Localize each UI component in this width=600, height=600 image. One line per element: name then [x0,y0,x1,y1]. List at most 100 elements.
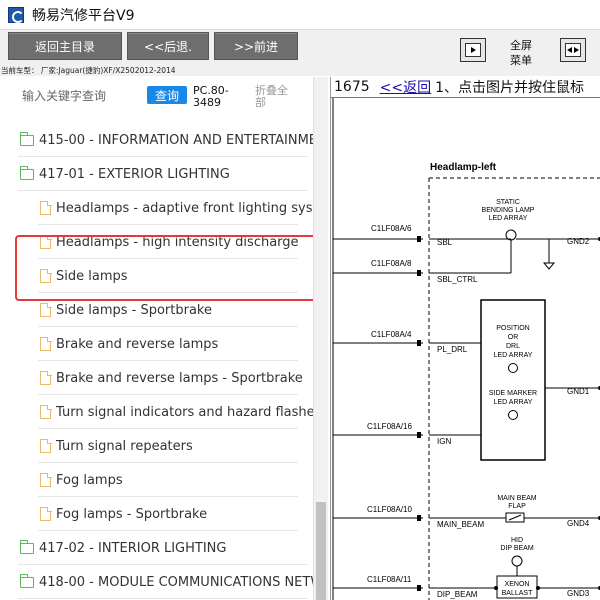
document-icon [40,336,52,351]
back-button[interactable]: <<后退. [127,32,209,60]
tree-document[interactable]: Fog lamps - Sportbrake [0,497,313,531]
svg-text:FLAP: FLAP [508,503,526,510]
fullscreen-menu-label[interactable]: 全屏菜单 [506,38,536,68]
document-icon [40,370,52,385]
tree-item-label: Turn signal indicators and hazard flashe… [56,404,313,420]
svg-text:LED ARRAY: LED ARRAY [494,399,533,406]
connector-label: C1LF08A/11 [367,575,412,584]
static-bending-lamp: STATIC BENDING LAMP LED ARRAY [482,199,600,270]
ground-label: GND2 [567,237,590,246]
left-panel: 输入关键字查询 查询 PC.80-3489 折叠全部 415-00 - INFO… [0,77,328,600]
tree-item-label: 415-00 - INFORMATION AND ENTERTAINMENT [39,132,313,148]
tree-item-label: Side lamps - Sportbrake [56,302,212,318]
pin-label: PL_DRL [437,345,468,354]
tree-document[interactable]: Turn signal repeaters [0,429,313,463]
document-icon [40,302,52,317]
tree-document[interactable]: Turn signal indicators and hazard flashe… [0,395,313,429]
tree-item-label: Brake and reverse lamps - Sportbrake [56,370,303,386]
document-icon [40,506,52,521]
svg-text:OR: OR [508,334,519,341]
search-button[interactable]: 查询 [147,86,187,104]
arrow-right-icon [465,43,481,57]
tree-item-label: 417-01 - EXTERIOR LIGHTING [39,166,230,182]
svg-text:STATIC: STATIC [496,199,520,206]
svg-text:SIDE MARKER: SIDE MARKER [489,390,537,397]
app-logo-icon [8,6,24,23]
pin-label: MAIN_BEAM [437,520,484,529]
document-icon [40,438,52,453]
svg-text:LED ARRAY: LED ARRAY [489,215,528,222]
fullscreen-toggle-button[interactable] [560,38,586,62]
wire-pl-drl: C1LF08A/4 PL_DRL [333,330,481,354]
tree-item-label: Headlamps - adaptive front lighting syst… [56,200,313,216]
wire-main-beam: C1LF08A/10 MAIN_BEAM [333,505,600,529]
scrollbar-thumb[interactable] [316,502,326,600]
document-header: 1675 <<返回 1、点击图片并按住鼠标 [334,77,584,97]
svg-text:DIP BEAM: DIP BEAM [500,545,533,552]
wire-dip-beam: C1LF08A/11 DIP_BEAM [333,575,600,599]
back-link[interactable]: <<返回 [380,77,431,97]
document-icon [40,200,52,215]
svg-text:BALLAST: BALLAST [502,590,533,597]
forward-button[interactable]: >>前进 [214,32,298,60]
current-vehicle-info: 当前车型： 厂家:Jaguar(捷豹)XF/X2502012-2014 [0,66,600,76]
tree-folder[interactable]: 417-02 - INTERIOR LIGHTING [0,531,313,565]
tree-item-label: Fog lamps - Sportbrake [56,506,208,522]
folder-icon [19,573,34,588]
wire-ign: C1LF08A/16 IGN [333,422,481,446]
search-input[interactable]: 输入关键字查询 [22,87,106,104]
ground-label: GND4 [567,519,590,528]
connector-label: C1LF08A/16 [367,422,412,431]
tree-item-label: 418-00 - MODULE COMMUNICATIONS NETWORK [39,574,313,590]
folder-icon [19,539,34,554]
search-bar: 输入关键字查询 查询 PC.80-3489 折叠全部 [0,77,328,115]
pin-label: SBL_CTRL [437,275,478,284]
ground-label: GND1 [567,387,590,396]
connector-label: C1LF08A/8 [371,259,412,268]
position-drl-block: POSITION OR DRL LED ARRAY SIDE MARKER LE… [480,299,600,461]
back-to-main-button[interactable]: 返回主目录 [8,32,122,60]
window-title: 畅易汽修平台V9 [32,7,135,24]
expand-panel-button[interactable] [460,38,486,62]
tree-item-label: Brake and reverse lamps [56,336,219,352]
tree-separator [18,598,308,599]
tree-item-label: Fog lamps [56,472,123,488]
collapse-all-button[interactable]: 折叠全部 [255,85,297,109]
svg-text:BENDING LAMP: BENDING LAMP [482,207,535,214]
svg-text:HID: HID [511,537,523,544]
hid-dip-beam: HID DIP BEAM XENON BALLAST [494,537,540,599]
selection-highlight [15,235,320,301]
wire-sbl-ctrl: C1LF08A/8 SBL_CTRL [333,239,512,284]
left-scrollbar[interactable] [313,77,328,600]
double-arrow-icon [565,43,581,57]
wiring-diagram[interactable]: Headlamp-left C1LF08A/6 SBL C1LF08A/8 SB… [331,98,600,600]
instruction-text: 1、点击图片并按住鼠标 [435,80,585,96]
document-icon [40,472,52,487]
tree-folder[interactable]: 417-01 - EXTERIOR LIGHTING [0,157,313,191]
pin-label: DIP_BEAM [437,590,478,599]
tree-folder[interactable]: 418-00 - MODULE COMMUNICATIONS NETWORK [0,565,313,599]
svg-text:LED ARRAY: LED ARRAY [494,352,533,359]
tree-item-label: 417-02 - INTERIOR LIGHTING [39,540,227,556]
connector-label: C1LF08A/10 [367,505,412,514]
diagram-title: Headlamp-left [430,162,497,173]
pin-label: IGN [437,437,451,446]
tree-folder[interactable]: 415-00 - INFORMATION AND ENTERTAINMENT [0,123,313,157]
document-panel: 1675 <<返回 1、点击图片并按住鼠标 Headlamp-left C1LF… [330,77,600,600]
page-number: 1675 [334,79,370,95]
svg-text:POSITION: POSITION [496,325,529,332]
ground-label: GND3 [567,589,590,598]
tree-item-label: Turn signal repeaters [56,438,193,454]
svg-text:XENON: XENON [505,581,530,588]
svg-text:MAIN BEAM: MAIN BEAM [497,495,536,502]
connector-label: C1LF08A/6 [371,224,412,233]
pc-range-label: PC.80-3489 [193,84,229,109]
tree-document[interactable]: Brake and reverse lamps [0,327,313,361]
folder-icon [19,131,34,146]
document-icon [40,404,52,419]
svg-text:DRL: DRL [506,343,520,350]
connector-label: C1LF08A/4 [371,330,412,339]
tree-document[interactable]: Fog lamps [0,463,313,497]
tree-document[interactable]: Brake and reverse lamps - Sportbrake [0,361,313,395]
tree-document[interactable]: Headlamps - adaptive front lighting syst… [0,191,313,225]
